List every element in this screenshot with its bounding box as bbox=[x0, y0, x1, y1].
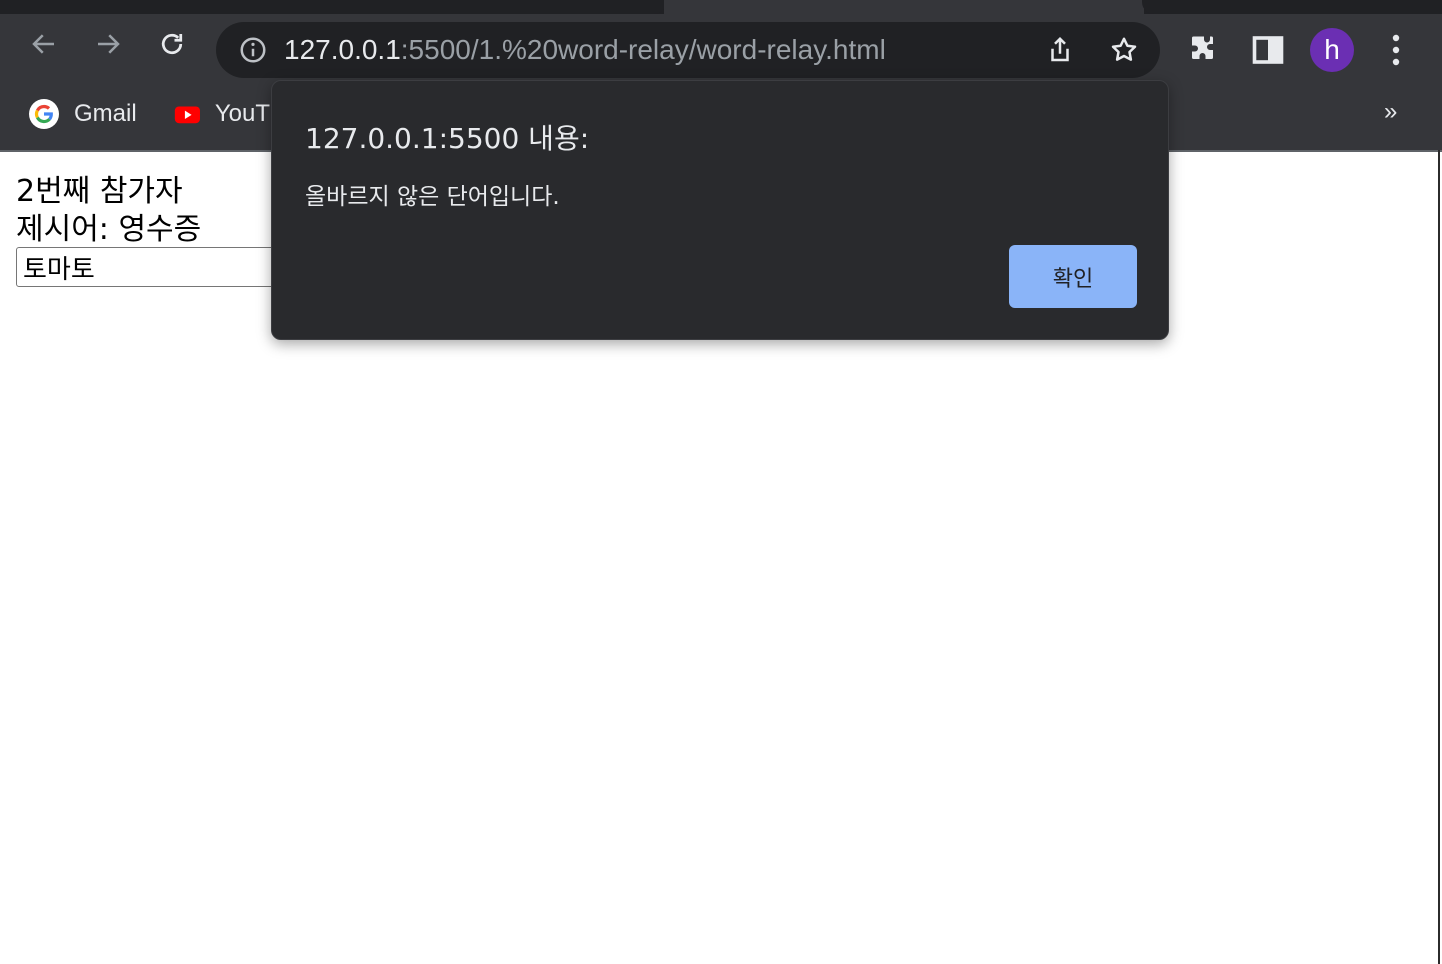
youtube-icon bbox=[174, 106, 200, 124]
ok-button[interactable]: 확인 bbox=[1009, 245, 1137, 308]
bookmark-youtube-label: YouT bbox=[214, 100, 270, 127]
bookmark-gmail-label: Gmail bbox=[74, 100, 137, 127]
dialog-message: 올바르지 않은 단어입니다. bbox=[305, 184, 560, 210]
address-bar[interactable]: 127.0.0.1:5500/1.%20word-relay/word-rela… bbox=[216, 22, 1160, 78]
star-icon[interactable] bbox=[1109, 35, 1139, 65]
share-icon[interactable] bbox=[1045, 35, 1075, 65]
profile-avatar[interactable]: h bbox=[1310, 28, 1354, 72]
arrow-right-icon bbox=[98, 34, 120, 54]
alert-dialog: 127.0.0.1:5500 내용: 올바르지 않은 단어입니다. 확인 bbox=[271, 80, 1169, 340]
url-host: 127.0.0.1 bbox=[284, 34, 401, 65]
bookmark-youtube[interactable]: YouT bbox=[174, 96, 270, 132]
side-panel-icon[interactable] bbox=[1250, 32, 1286, 68]
bookmark-gmail[interactable]: Gmail bbox=[28, 96, 137, 132]
menu-kebab-icon[interactable] bbox=[1380, 30, 1412, 70]
info-icon[interactable] bbox=[238, 35, 268, 65]
current-word-text: 제시어: 영수증 bbox=[16, 212, 202, 247]
window-edge bbox=[1438, 150, 1440, 964]
forward-button[interactable] bbox=[86, 22, 130, 66]
back-button[interactable] bbox=[22, 22, 66, 66]
url-text[interactable]: 127.0.0.1:5500/1.%20word-relay/word-rela… bbox=[284, 34, 886, 66]
arrow-left-icon bbox=[32, 34, 54, 54]
url-path: :5500/1.%20word-relay/word-relay.html bbox=[400, 34, 886, 65]
extensions-icon[interactable] bbox=[1186, 32, 1222, 68]
active-tab[interactable] bbox=[664, 0, 1144, 14]
dialog-title: 127.0.0.1:5500 내용: bbox=[305, 122, 590, 155]
reload-button[interactable] bbox=[150, 22, 194, 66]
google-icon bbox=[29, 99, 59, 129]
reload-icon bbox=[161, 33, 183, 55]
bookmarks-overflow-button[interactable]: » bbox=[1384, 98, 1397, 126]
